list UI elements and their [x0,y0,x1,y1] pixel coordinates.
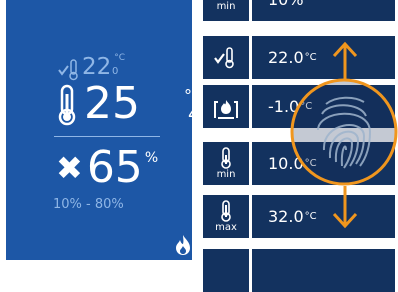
thermostat-screen: 22 °C 0 25 °C 4 ✖ 65 % 10% - 80% min 22.… [0,0,398,292]
temperature-display: 25 °C 4 [56,78,203,129]
temperature-unit: °C [184,86,204,105]
thermometer-icon [221,147,231,169]
setpoint-icon-cell [203,36,249,79]
check-thermometer-icon [58,59,78,81]
arrow-up-icon [332,41,358,80]
scroll-gesture-overlay[interactable] [278,40,398,232]
humidity-unit: % [144,150,159,166]
menu-row-caption: min [216,1,236,12]
check-thermometer-icon [214,46,234,68]
next-icon-cell [203,249,249,292]
setpoint-unit: °C [114,53,126,63]
menu-row-next[interactable] [203,249,395,292]
menu-row-value-cell: 10% [252,0,395,21]
menu-row-value-cell [252,249,395,292]
menu-row-caption: max [215,222,237,233]
arrow-down-icon [332,186,358,229]
temp-min-icon-cell: min [203,142,249,185]
temperature-decimal: 4 [188,104,200,125]
humidity-range: 10% - 80% [53,197,124,212]
divider [54,136,160,137]
heating-offset-icon [214,99,238,119]
thermometer-icon [221,200,231,222]
flame-icon [176,235,190,255]
status-panel: 22 °C 0 25 °C 4 ✖ 65 % 10% - 80% [6,0,203,260]
temp-max-icon-cell: max [203,195,249,238]
menu-row-value: 10% [268,0,304,9]
setpoint-decimal: 0 [112,66,119,77]
thermometer-icon [58,84,76,126]
heating-icon-cell [203,85,249,128]
menu-row-caption: min [216,169,236,180]
menu-row-humidity-min[interactable]: ▾ min 10% [203,0,395,21]
humidity-display: ✖ 65 % [56,144,158,192]
x-mark-icon: ✖ [56,149,83,187]
humidity-value: 65 [86,142,143,193]
humidity-min-icon-cell: ▾ min [203,0,249,21]
setpoint-value: 22 [82,54,112,80]
temperature-value: 25 [84,78,140,129]
